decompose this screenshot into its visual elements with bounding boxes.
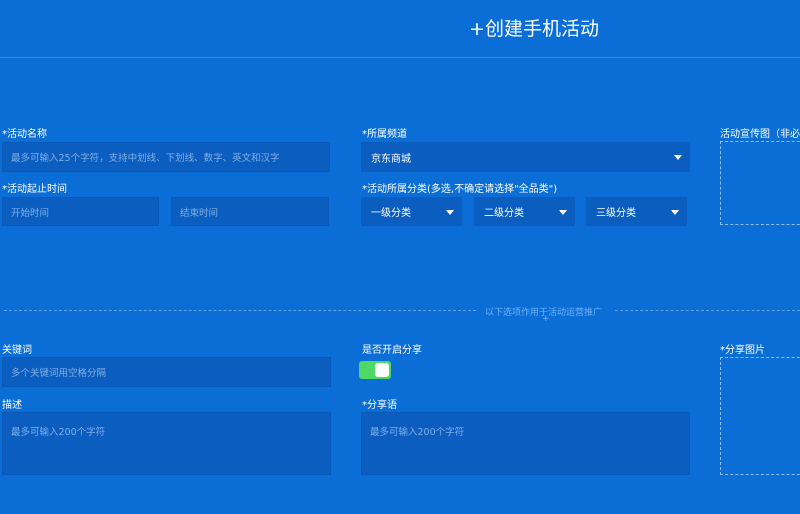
category-level1-select[interactable]: 一级分类 xyxy=(361,197,462,226)
activity-name-input[interactable]: 最多可输入25个字符，支持中划线、下划线、数字、英文和汉字 xyxy=(2,142,330,172)
channel-label: *所属频道 xyxy=(362,129,407,140)
expand-plus-icon[interactable]: + xyxy=(542,314,550,324)
category-level2-value: 二级分类 xyxy=(484,208,524,219)
page-title: +创建手机活动 xyxy=(469,18,599,40)
share-text-label: *分享语 xyxy=(362,400,397,411)
chevron-down-icon xyxy=(674,155,682,160)
category-level1-value: 一级分类 xyxy=(371,208,411,219)
category-level3-value: 三级分类 xyxy=(596,208,636,219)
channel-select[interactable]: 京东商城 xyxy=(361,142,690,172)
chevron-down-icon xyxy=(671,209,679,215)
poster-label: 活动宣传图（非必填 xyxy=(720,129,800,140)
category-label: *活动所属分类(多选,不确定请选择"全品类") xyxy=(362,184,558,195)
channel-select-value: 京东商城 xyxy=(371,153,411,165)
end-time-input[interactable]: 结束时间 xyxy=(171,197,329,226)
category-level2-select[interactable]: 二级分类 xyxy=(474,197,575,226)
section-divider-left xyxy=(4,310,476,311)
start-time-input[interactable]: 开始时间 xyxy=(2,197,159,226)
description-textarea[interactable]: 最多可输入200个字符 xyxy=(2,412,331,475)
header-divider xyxy=(0,57,800,58)
keywords-input[interactable]: 多个关键词用空格分隔 xyxy=(2,357,331,387)
poster-upload-box[interactable] xyxy=(720,141,800,225)
category-level3-select[interactable]: 三级分类 xyxy=(586,197,687,226)
period-label: *活动起止时间 xyxy=(2,184,67,195)
chevron-down-icon xyxy=(559,209,567,215)
description-label: 描述 xyxy=(2,400,22,411)
share-image-upload-box[interactable] xyxy=(720,357,800,475)
chevron-down-icon xyxy=(446,209,454,215)
activity-name-label: *活动名称 xyxy=(2,129,47,140)
keywords-label: 关键词 xyxy=(2,345,32,356)
section-divider-right xyxy=(615,310,800,311)
share-toggle[interactable] xyxy=(359,361,391,379)
toggle-knob xyxy=(375,363,389,377)
share-text-textarea[interactable]: 最多可输入200个字符 xyxy=(361,412,690,475)
share-image-label: *分享图片 xyxy=(720,345,765,356)
share-toggle-label: 是否开启分享 xyxy=(362,345,422,356)
